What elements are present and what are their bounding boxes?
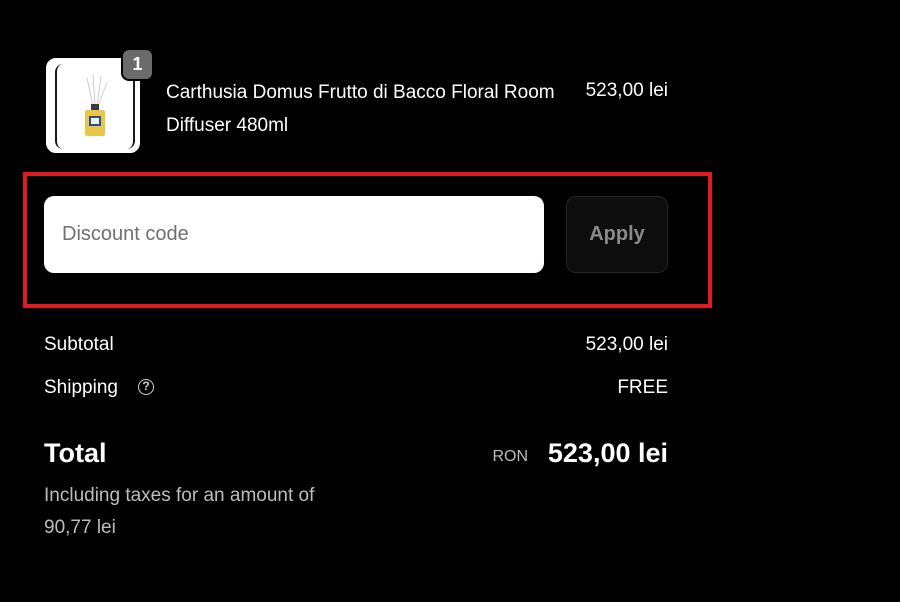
total-currency: RON (492, 448, 528, 465)
shipping-label: Shipping (44, 377, 118, 398)
tax-note: Including taxes for an amount of 90,77 l… (44, 485, 315, 538)
subtotal-label: Subtotal (44, 334, 114, 355)
total-value: 523,00 lei (547, 438, 668, 468)
discount-code-input[interactable] (44, 196, 544, 273)
total-label: Total (44, 438, 107, 468)
product-name: Carthusia Domus Frutto di Bacco Floral R… (166, 82, 555, 136)
quantity-badge: 1 (121, 48, 154, 81)
product-price: 523,00 lei (585, 80, 668, 101)
apply-button[interactable]: Apply (566, 196, 668, 273)
shipping-value: FREE (617, 377, 668, 398)
question-circle-icon[interactable]: ? (138, 379, 154, 395)
subtotal-value: 523,00 lei (585, 334, 668, 355)
